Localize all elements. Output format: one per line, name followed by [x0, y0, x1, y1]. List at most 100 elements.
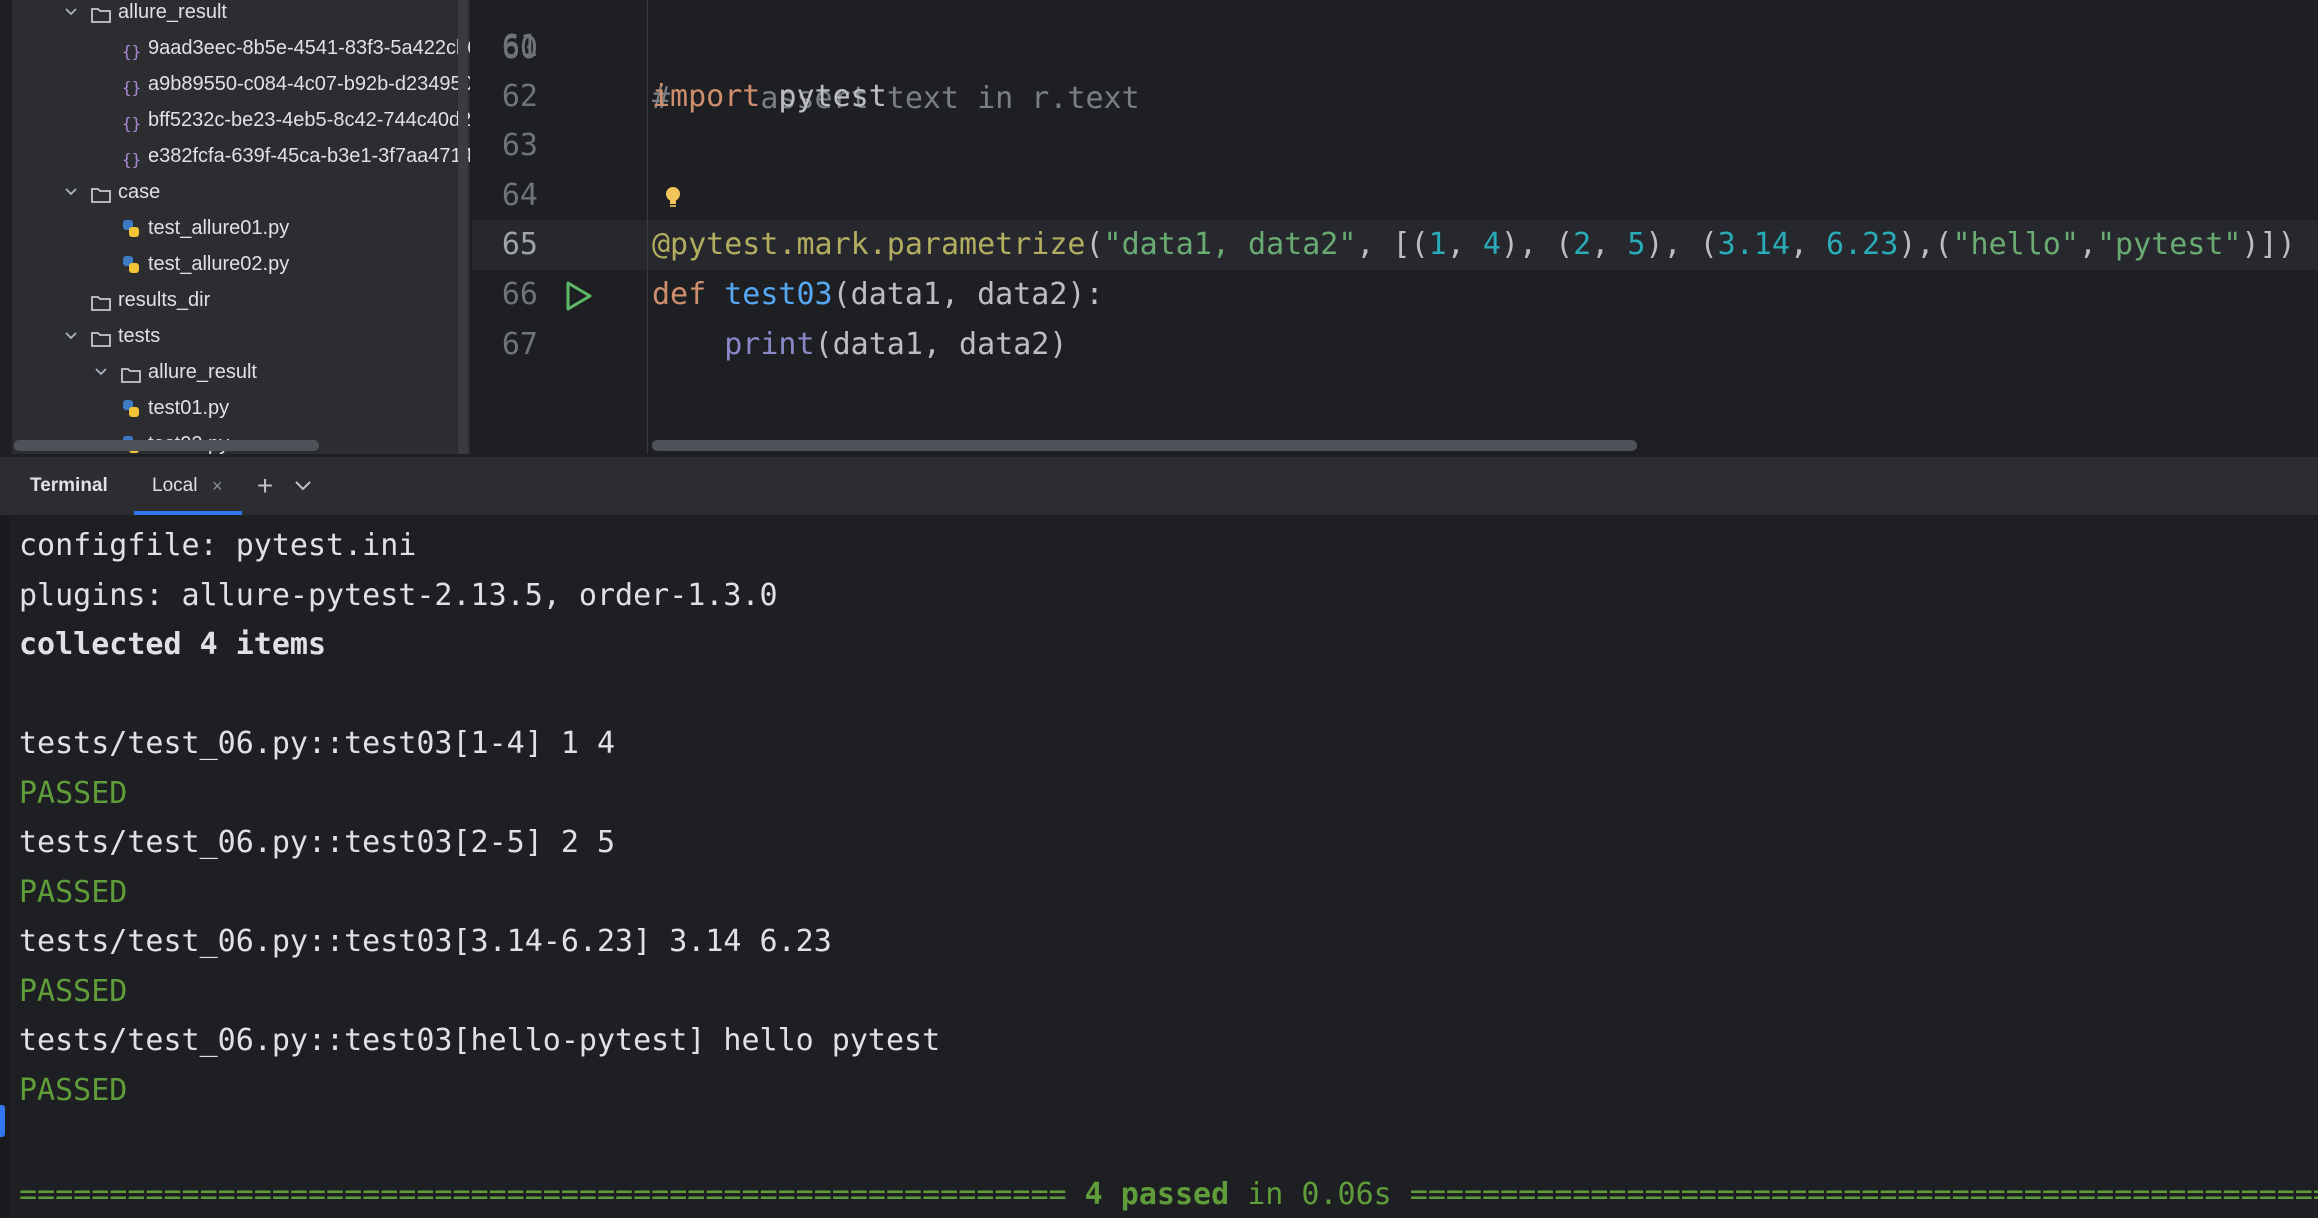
test-status-passed: PASSED [19, 775, 128, 811]
python-file-icon [120, 217, 142, 237]
code-token: "hello" [1952, 227, 2079, 263]
tree-item[interactable]: results_dir [0, 283, 470, 317]
summary-timing: in 0.06s [1229, 1177, 1410, 1212]
chevron-down-icon[interactable] [288, 471, 318, 501]
svg-text:{}: {} [122, 114, 141, 133]
chevron-down-icon[interactable] [62, 319, 80, 353]
code-token: "data1, data2" [1103, 227, 1357, 263]
line-number: 65 [501, 227, 538, 263]
json-file-icon: {} [120, 74, 142, 97]
terminal-toolbar: Terminal Local × + [0, 456, 2318, 515]
folder-icon [90, 290, 112, 311]
svg-text:{}: {} [122, 150, 141, 169]
tree-horizontal-scrollbar[interactable] [14, 440, 319, 451]
code-line: 65 @pytest.mark.parametrize("data1, data2… [472, 220, 2318, 270]
summary-right-rule: ========================================… [1409, 1177, 2318, 1212]
code-token: ( [1085, 227, 1104, 263]
test-status-passed: PASSED [19, 973, 128, 1009]
code-token: "pytest" [2096, 227, 2242, 263]
test-status-passed: PASSED [19, 1072, 128, 1108]
terminal-line: configfile: pytest.ini [19, 528, 417, 563]
tree-item[interactable]: {} e382fcfa-639f-45ca-b3e1-3f7aa4714 [0, 139, 470, 173]
tree-item[interactable]: case [0, 175, 470, 209]
code-text: import pytest [652, 72, 887, 122]
code-text: def test03(data1, data2): [652, 270, 1104, 320]
folder-icon [120, 362, 142, 383]
code-token: , [1789, 227, 1827, 263]
json-file-icon: {} [120, 38, 142, 61]
tree-item[interactable]: allure_result [0, 355, 470, 389]
code-token: , [2078, 227, 2097, 263]
summary-result: 4 passed [1084, 1177, 1230, 1212]
code-token: , [1591, 227, 1628, 263]
terminal-line: plugins: allure-pytest-2.13.5, order-1.3… [19, 577, 778, 613]
terminal-line: tests/test_06.py::test03[3.14-6.23] 3.14… [19, 924, 832, 959]
code-token: ), ( [1645, 227, 1718, 263]
project-tree: allure_result {} 9aad3eec-8b5e-4541-83f3-5… [0, 0, 470, 454]
code-token: test03 [724, 277, 833, 312]
code-token: pytest [760, 78, 887, 114]
terminal-title: Terminal [30, 475, 108, 496]
code-token: @pytest.mark.parametrize [652, 227, 1086, 263]
code-token: ),( [1898, 227, 1953, 263]
tree-item[interactable]: test_allure02.py [0, 247, 470, 281]
terminal-focus-marker [0, 1105, 5, 1137]
code-token: (data1, data2) [814, 326, 1068, 362]
code-token: 3.14 [1717, 227, 1790, 263]
tree-item-label: 9aad3eec-8b5e-4541-83f3-5a422cb6 [148, 37, 470, 59]
tree-vertical-scrollbar-track[interactable] [458, 0, 468, 454]
code-text: print(data1, data2) [652, 320, 1067, 370]
code-token: (data1, data2): [832, 277, 1104, 312]
chevron-down-icon[interactable] [62, 0, 80, 29]
tree-item-label: test_allure02.py [148, 253, 290, 275]
code-token: ), ( [1500, 227, 1574, 263]
terminal-output[interactable]: configfile: pytest.ini plugins: allure-py… [0, 515, 2318, 1218]
line-number: 63 [501, 128, 538, 164]
test-summary-line: ========================================… [19, 1170, 2318, 1218]
code-line-partial: 60 # assert text in r.text [472, 0, 2318, 116]
code-editor[interactable]: 60 # assert text in r.text 61 62 import py… [472, 0, 2318, 454]
tree-item-label: results_dir [118, 289, 211, 311]
tree-item[interactable]: test_allure01.py [0, 211, 470, 245]
tree-item[interactable]: {} a9b89550-c084-4c07-b92b-d234950 [0, 67, 470, 101]
code-token: import [652, 78, 761, 114]
code-line: 62 import pytest [472, 72, 2318, 122]
code-token: , [( [1356, 227, 1429, 263]
tree-item-label: test01.py [148, 397, 230, 419]
terminal-line: tests/test_06.py::test03[1-4] 1 4 [19, 726, 616, 761]
tree-item[interactable]: test01.py [0, 391, 470, 425]
tree-item-label: case [118, 181, 161, 203]
new-tab-button[interactable]: + [250, 471, 280, 501]
python-file-icon [120, 253, 142, 273]
run-test-icon[interactable] [562, 280, 594, 317]
tree-item-label: a9b89550-c084-4c07-b92b-d234950 [148, 73, 470, 95]
close-icon[interactable]: × [212, 457, 223, 515]
code-line: 66 def test03(data1, data2): [472, 270, 2318, 320]
tree-item[interactable]: {} 9aad3eec-8b5e-4541-83f3-5a422cb6 [0, 31, 470, 65]
chevron-down-icon[interactable] [92, 355, 110, 389]
tree-item-label: e382fcfa-639f-45ca-b3e1-3f7aa4714 [148, 145, 470, 167]
python-file-icon [120, 397, 142, 417]
tab-label: Local [152, 475, 198, 496]
tree-item-label: allure_result [148, 361, 257, 383]
code-token: print [724, 326, 815, 362]
folder-icon [90, 2, 112, 23]
editor-horizontal-scrollbar[interactable] [652, 440, 1637, 451]
test-status-passed: PASSED [19, 874, 128, 910]
tab-local[interactable]: Local × [134, 457, 242, 515]
code-token: 1 [1428, 227, 1447, 263]
tree-item[interactable]: {} bff5232c-be23-4eb5-8c42-744c40d2 [0, 103, 470, 137]
tree-item[interactable]: tests [0, 319, 470, 353]
summary-left-rule: ========================================… [19, 1177, 1085, 1212]
lightbulb-icon[interactable] [662, 184, 684, 215]
line-number: 61 [501, 29, 538, 64]
tree-item[interactable]: allure_result [0, 0, 470, 29]
code-token: 4 [1482, 227, 1501, 263]
terminal-line: collected 4 items [19, 627, 327, 662]
folder-icon [90, 326, 112, 347]
chevron-down-icon[interactable] [62, 175, 80, 209]
svg-text:{}: {} [122, 78, 141, 97]
line-number: 64 [501, 177, 538, 213]
